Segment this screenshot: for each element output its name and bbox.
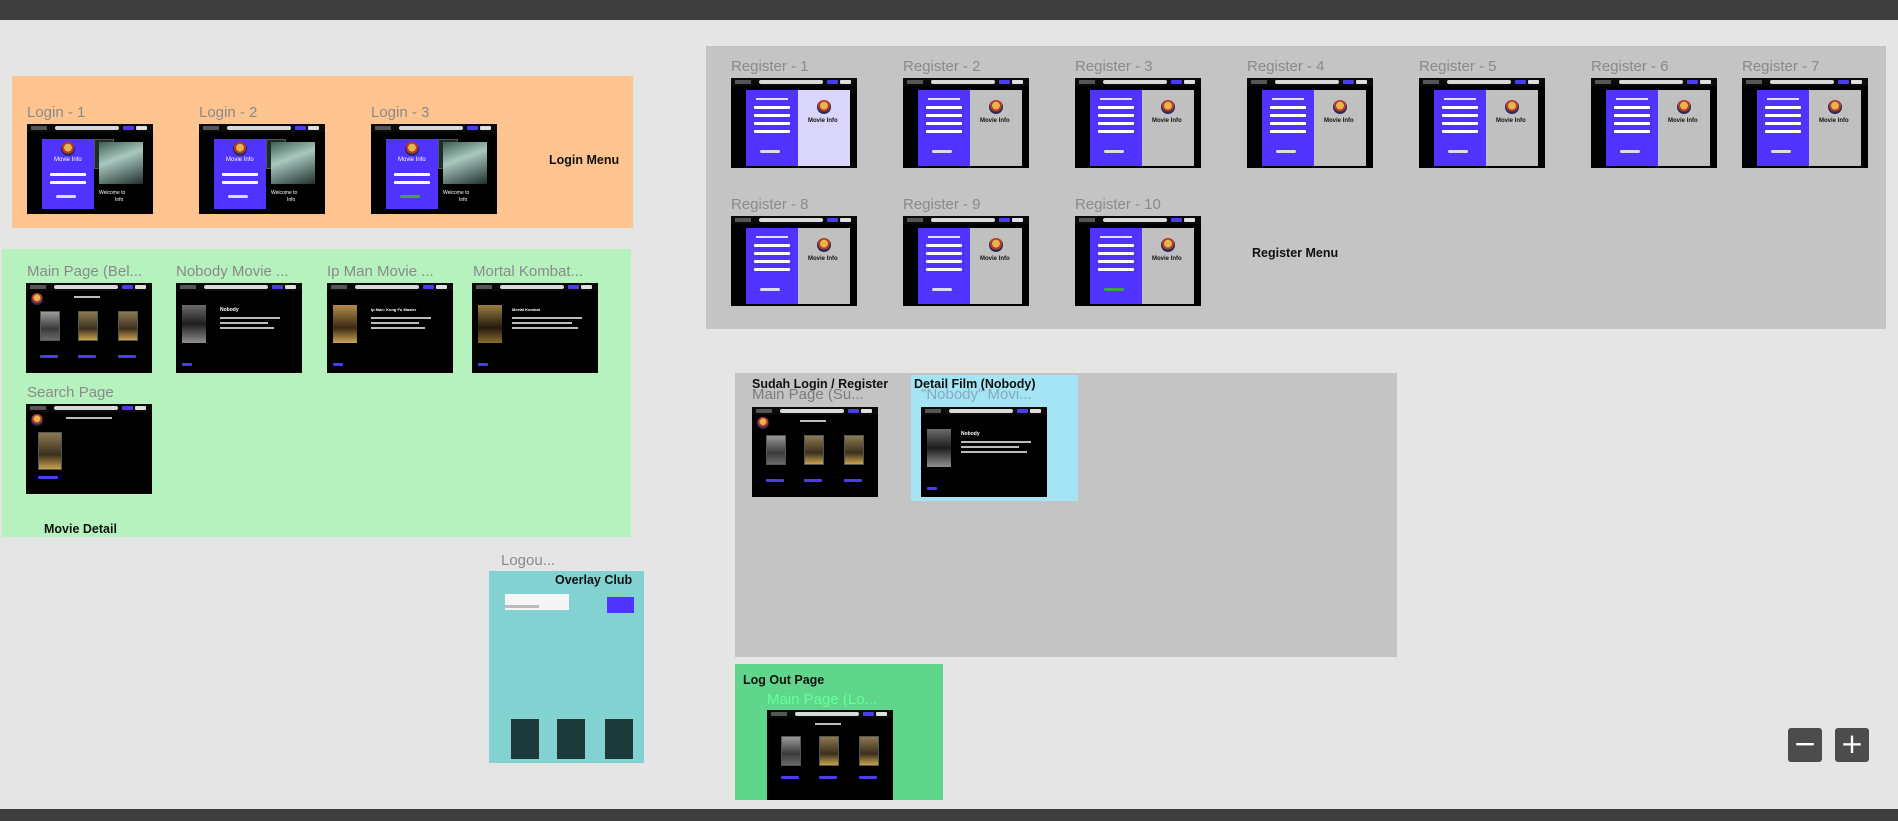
frame-label-main-page[interactable]: Main Page (Bel... — [27, 263, 142, 280]
frame-label-register-8[interactable]: Register - 8 — [731, 196, 809, 213]
login-welcome: Welcome to — [99, 190, 126, 196]
frame-register-9[interactable]: Movie Info — [903, 216, 1029, 306]
register-movie-info: Movie Info — [1324, 118, 1354, 124]
club-logo-icon — [1677, 100, 1691, 114]
frame-sudah-main[interactable] — [752, 407, 878, 497]
login-info: Info — [287, 197, 296, 203]
log-out-section: Log Out Page Main Page (Lo... — [735, 664, 943, 800]
sudah-login-section: Sudah Login / Register Main Page (Su... … — [735, 373, 1397, 657]
frame-label-login-2[interactable]: Login - 2 — [199, 104, 257, 121]
frame-label-register-5[interactable]: Register - 5 — [1419, 58, 1497, 75]
frame-register-2[interactable]: Movie Info — [903, 78, 1029, 168]
login-movie-info: Movie Info — [398, 157, 426, 163]
frame-label-login-1[interactable]: Login - 1 — [27, 104, 85, 121]
frame-mortal-kombat[interactable]: Mortal Kombat — [472, 283, 598, 373]
register-movie-info: Movie Info — [1668, 118, 1698, 124]
frame-search-page[interactable] — [26, 404, 152, 494]
club-logo-icon — [1505, 100, 1519, 114]
register-movie-info: Movie Info — [808, 118, 838, 124]
login-welcome: Welcome to — [443, 190, 470, 196]
club-logo-icon — [817, 100, 831, 114]
login-welcome: Welcome to — [271, 190, 298, 196]
bottom-bar — [0, 809, 1898, 821]
register-movie-info: Movie Info — [1152, 118, 1182, 124]
movie-detail-title: Movie Detail — [44, 522, 117, 536]
login-movie-info: Movie Info — [54, 157, 82, 163]
detail-title-nobody: Nobody — [961, 431, 980, 437]
register-movie-info: Movie Info — [1496, 118, 1526, 124]
login-movie-info: Movie Info — [226, 157, 254, 163]
frame-login-2[interactable]: Movie Info Welcome to Info — [199, 124, 325, 214]
club-logo-icon — [989, 238, 1003, 252]
zoom-in-button[interactable]: + — [1835, 728, 1869, 762]
frame-label-ip-man-movie[interactable]: Ip Man Movie ... — [327, 263, 434, 280]
frame-ip-man-movie[interactable]: Ip Man: Kung Fu Master — [327, 283, 453, 373]
frame-register-1[interactable]: Movie Info — [731, 78, 857, 168]
club-logo-icon — [1161, 238, 1175, 252]
register-menu-title: Register Menu — [1252, 246, 1339, 260]
register-menu-section: Register Menu Register - 1 Movie Info Regi… — [706, 46, 1886, 329]
club-logo-icon — [817, 238, 831, 252]
frame-register-7[interactable]: Movie Info — [1742, 78, 1868, 168]
frame-logout-main[interactable] — [767, 710, 893, 800]
frame-login-1[interactable]: Movie Info Welcome to Info — [27, 124, 153, 214]
frame-register-4[interactable]: Movie Info — [1247, 78, 1373, 168]
frame-main-page[interactable] — [26, 283, 152, 373]
frame-register-6[interactable]: Movie Info — [1591, 78, 1717, 168]
frame-label-mortal-kombat[interactable]: Mortal Kombat... — [473, 263, 583, 280]
frame-register-8[interactable]: Movie Info — [731, 216, 857, 306]
detail-title-mortal: Mortal Kombat — [512, 307, 540, 312]
frame-label-register-10[interactable]: Register - 10 — [1075, 196, 1161, 213]
frame-register-10[interactable]: Movie Info — [1075, 216, 1201, 306]
frame-label-nobody-movie[interactable]: Nobody Movie ... — [176, 263, 289, 280]
club-logo-icon — [233, 142, 247, 156]
frame-label-register-4[interactable]: Register - 4 — [1247, 58, 1325, 75]
club-logo-icon — [405, 142, 419, 156]
detail-film-group: Detail Film (Nobody) "Nobody" Movi... No… — [911, 375, 1078, 501]
frame-label-register-9[interactable]: Register - 9 — [903, 196, 981, 213]
login-menu-section: Login Menu Login - 1 Movie Info Welcome … — [12, 76, 633, 228]
log-out-title: Log Out Page — [743, 673, 825, 687]
zoom-out-button[interactable]: − — [1788, 728, 1822, 762]
frame-label-logout-main[interactable]: Main Page (Lo... — [767, 691, 877, 708]
top-toolbar — [0, 0, 1898, 20]
overlay-club-title: Overlay Club — [555, 573, 633, 587]
frame-label-nobody[interactable]: "Nobody" Movi... — [921, 386, 1032, 403]
frame-label-register-7[interactable]: Register - 7 — [1742, 58, 1820, 75]
club-logo-icon — [31, 414, 43, 426]
club-logo-icon — [1161, 100, 1175, 114]
login-menu-title: Login Menu — [549, 153, 620, 167]
frame-nobody-movie[interactable]: Nobody — [176, 283, 302, 373]
frame-label-sudah-main[interactable]: Main Page (Su... — [752, 386, 864, 403]
login-info: Info — [459, 197, 468, 203]
register-movie-info: Movie Info — [980, 256, 1010, 262]
club-logo-icon — [31, 293, 43, 305]
frame-label-register-3[interactable]: Register - 3 — [1075, 58, 1153, 75]
frame-label-login-3[interactable]: Login - 3 — [371, 104, 429, 121]
club-logo-icon — [989, 100, 1003, 114]
register-movie-info: Movie Info — [1152, 256, 1182, 262]
frame-nobody-detail[interactable]: Nobody — [921, 407, 1047, 497]
frame-label-register-2[interactable]: Register - 2 — [903, 58, 981, 75]
club-logo-icon — [1333, 100, 1347, 114]
register-movie-info: Movie Info — [1819, 118, 1849, 124]
frame-label-search-page[interactable]: Search Page — [27, 384, 114, 401]
frame-register-5[interactable]: Movie Info — [1419, 78, 1545, 168]
frame-login-3[interactable]: Movie Info Welcome to Info — [371, 124, 497, 214]
detail-title-nobody: Nobody — [220, 307, 239, 313]
club-logo-icon — [61, 142, 75, 156]
register-movie-info: Movie Info — [980, 118, 1010, 124]
frame-label-register-6[interactable]: Register - 6 — [1591, 58, 1669, 75]
overlay-club-section[interactable]: Overlay Club — [489, 571, 644, 763]
register-movie-info: Movie Info — [808, 256, 838, 262]
movie-detail-section: Movie Detail Main Page (Bel... Nobody Mo… — [2, 249, 631, 537]
detail-title-ip-man: Ip Man: Kung Fu Master — [371, 307, 417, 312]
club-logo-icon — [757, 417, 769, 429]
club-logo-icon — [1828, 100, 1842, 114]
login-info: Info — [115, 197, 124, 203]
frame-register-3[interactable]: Movie Info — [1075, 78, 1201, 168]
frame-label-logout-overlay[interactable]: Logou... — [501, 552, 555, 569]
frame-label-register-1[interactable]: Register - 1 — [731, 58, 809, 75]
